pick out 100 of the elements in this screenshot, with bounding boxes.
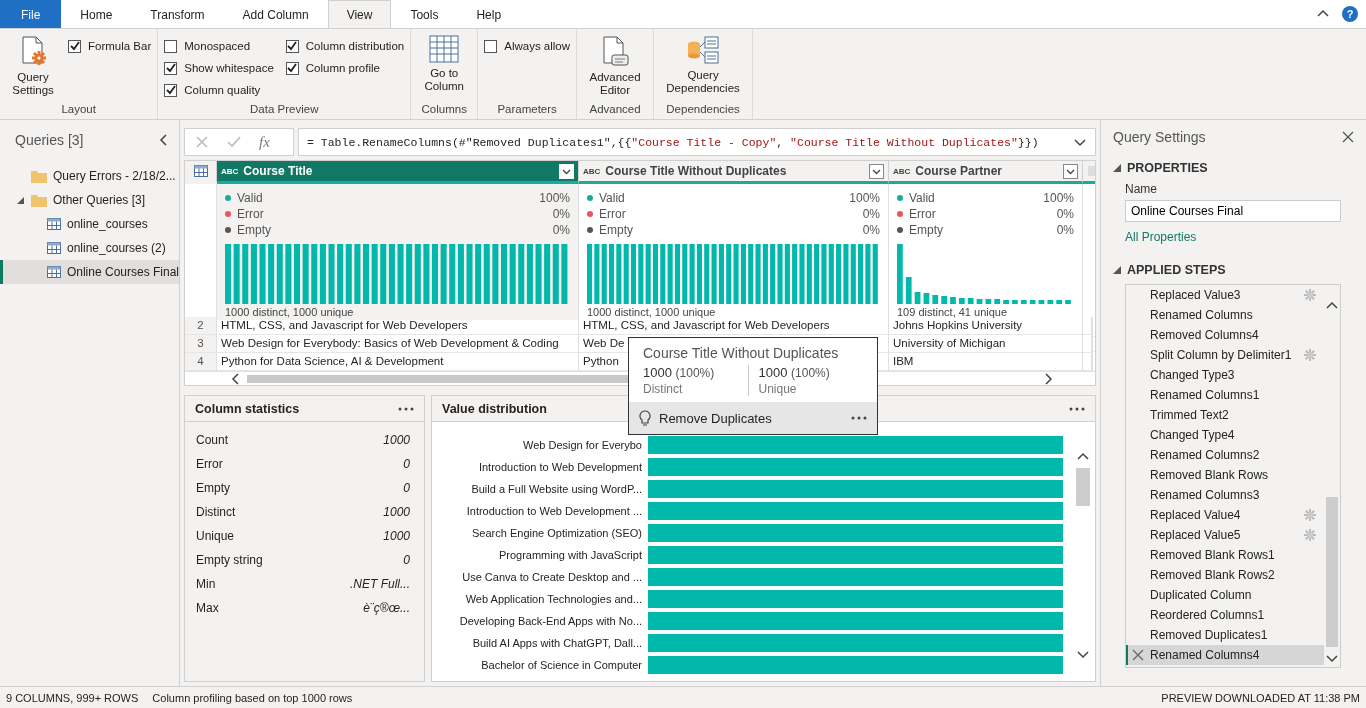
checkbox-label[interactable]: Always allow bbox=[504, 40, 571, 52]
checkbox-label[interactable]: Monospaced bbox=[184, 40, 251, 52]
query-item[interactable]: Online Courses Final bbox=[0, 260, 179, 284]
ribbon-tab[interactable]: View bbox=[327, 0, 392, 28]
value-label: Programming with JavaScript bbox=[497, 549, 642, 561]
dropdown-icon[interactable] bbox=[1063, 163, 1078, 179]
applied-step[interactable]: Renamed Columns2 bbox=[1126, 445, 1324, 465]
panel-title: Query Settings bbox=[1113, 129, 1206, 145]
more-options-icon[interactable] bbox=[1069, 406, 1085, 411]
folder-icon bbox=[31, 169, 47, 183]
expanded-triangle-icon[interactable] bbox=[1113, 164, 1121, 172]
applied-step[interactable]: Replaced Value4 bbox=[1126, 505, 1324, 525]
checkbox[interactable] bbox=[164, 39, 178, 53]
data-type-label: ABC bbox=[221, 166, 239, 176]
remove-duplicates-button[interactable]: Remove Duplicates bbox=[629, 402, 877, 434]
applied-step[interactable]: Split Column by Delimiter1 bbox=[1126, 345, 1324, 365]
expanded-triangle-icon[interactable] bbox=[1113, 266, 1121, 274]
more-options-icon[interactable] bbox=[398, 406, 414, 411]
checkbox-label[interactable]: Formula Bar bbox=[88, 40, 152, 52]
applied-step[interactable]: Removed Blank Rows1 bbox=[1126, 545, 1324, 565]
formula-field[interactable]: = Table.RenameColumns(#"Removed Duplicates1",{{"Course Title - Copy", "Course Title Without Duplicates"}}) bbox=[298, 128, 1096, 156]
name-field[interactable]: Online Courses Final bbox=[1125, 200, 1341, 222]
ribbon-button[interactable]: Query Dependencies bbox=[660, 33, 747, 103]
group-label: Data Preview bbox=[249, 103, 320, 117]
more-options-icon[interactable] bbox=[851, 416, 867, 420]
quality-value: 100% bbox=[1043, 191, 1074, 205]
applied-step[interactable]: Renamed Columns bbox=[1126, 305, 1324, 325]
checkbox[interactable] bbox=[164, 83, 178, 97]
query-item[interactable]: Other Queries [3] bbox=[0, 188, 179, 212]
quality-value: 0% bbox=[862, 207, 880, 221]
expanded-triangle-icon[interactable] bbox=[17, 196, 24, 204]
applied-step[interactable]: Removed Columns4 bbox=[1126, 325, 1324, 345]
applied-step[interactable]: Reordered Columns1 bbox=[1126, 605, 1324, 625]
checkbox[interactable] bbox=[484, 39, 498, 53]
column-header[interactable]: ABC Course Title Without Duplicates bbox=[579, 161, 889, 184]
table-cell: Python for Data Science, AI & Development bbox=[221, 355, 444, 367]
checkbox-label[interactable]: Column quality bbox=[184, 84, 261, 96]
all-properties-link[interactable]: All Properties bbox=[1113, 230, 1354, 244]
statistic-label: Count bbox=[196, 433, 229, 447]
dropdown-icon[interactable] bbox=[869, 163, 884, 179]
value-label: Web Application Technologies and... bbox=[464, 593, 642, 605]
value-label: Developing Back-End Apps with No... bbox=[458, 615, 642, 627]
close-icon[interactable] bbox=[1342, 131, 1354, 143]
applied-step[interactable]: Replaced Value3 bbox=[1126, 285, 1324, 305]
distribution-summary: 1000 distinct, 1000 unique bbox=[587, 306, 717, 318]
group-label: Advanced bbox=[588, 103, 642, 117]
table-cell: Web De bbox=[583, 337, 625, 349]
panel-title: Column statistics bbox=[195, 401, 300, 416]
applied-step[interactable]: Replaced Value5 bbox=[1126, 525, 1324, 545]
checkbox[interactable] bbox=[164, 61, 178, 75]
query-item[interactable]: online_courses bbox=[0, 212, 179, 236]
applied-step[interactable]: Renamed Columns1 bbox=[1126, 385, 1324, 405]
scrollbar-thumb[interactable] bbox=[1326, 497, 1338, 647]
query-item[interactable]: Query Errors - 2/18/2... bbox=[0, 164, 179, 188]
applied-step[interactable]: Duplicated Column bbox=[1126, 585, 1324, 605]
checkbox[interactable] bbox=[285, 61, 299, 75]
ribbon-button[interactable]: Query Settings bbox=[6, 33, 60, 103]
folder-icon bbox=[31, 193, 47, 207]
checkbox-label[interactable]: Column distribution bbox=[305, 40, 405, 52]
ribbon-button[interactable]: Advanced Editor bbox=[583, 33, 648, 103]
delete-icon[interactable] bbox=[1132, 649, 1144, 661]
ribbon-tab[interactable]: Add Column bbox=[223, 0, 328, 28]
quality-label: Error bbox=[909, 207, 937, 221]
checkbox-label[interactable]: Show whitespace bbox=[184, 62, 274, 74]
ribbon-tab[interactable]: File bbox=[0, 0, 62, 28]
column-header[interactable]: ABC Course Partner bbox=[889, 161, 1083, 184]
statistic-value: 0 bbox=[403, 457, 410, 471]
checkbox-label[interactable]: Column profile bbox=[305, 62, 380, 74]
field-label: Name bbox=[1124, 182, 1158, 196]
ribbon-tab[interactable]: Home bbox=[61, 0, 132, 28]
ribbon-tab[interactable]: Tools bbox=[391, 0, 458, 28]
ribbon-button[interactable]: Go to Column bbox=[417, 33, 472, 103]
section-heading: PROPERTIES bbox=[1127, 161, 1208, 175]
insert-function-button[interactable]: fx bbox=[259, 133, 270, 151]
check-icon[interactable] bbox=[227, 135, 241, 149]
status-text: PREVIEW DOWNLOADED AT 11:38 PM bbox=[1161, 691, 1360, 704]
applied-step[interactable]: Changed Type4 bbox=[1126, 425, 1324, 445]
checkbox[interactable] bbox=[68, 39, 81, 53]
ribbon-tab[interactable]: Transform bbox=[131, 0, 224, 28]
quality-label: Error bbox=[237, 207, 265, 221]
column-header[interactable]: ABC Course Title bbox=[217, 161, 579, 184]
query-item[interactable]: online_courses (2) bbox=[0, 236, 179, 260]
applied-step[interactable]: Removed Blank Rows bbox=[1126, 465, 1324, 485]
data-type-label: ABC bbox=[583, 166, 601, 176]
scrollbar-thumb[interactable] bbox=[1076, 468, 1090, 506]
applied-step[interactable]: Removed Blank Rows2 bbox=[1126, 565, 1324, 585]
table-icon bbox=[47, 218, 61, 230]
ribbon-tab[interactable]: Help bbox=[457, 0, 521, 28]
grid-icon bbox=[429, 35, 460, 63]
value-label: Bachelor of Science in Computer bbox=[480, 659, 642, 671]
applied-step[interactable]: Removed Duplicates1 bbox=[1126, 625, 1324, 645]
applied-step[interactable]: Renamed Columns4 bbox=[1126, 645, 1324, 665]
applied-step[interactable]: Changed Type3 bbox=[1126, 365, 1324, 385]
checkbox[interactable] bbox=[285, 39, 299, 53]
help-button[interactable]: ? bbox=[1342, 6, 1358, 22]
table-cell: Johns Hopkins University bbox=[893, 319, 1023, 331]
applied-step[interactable]: Trimmed Text2 bbox=[1126, 405, 1324, 425]
applied-step[interactable]: Renamed Columns3 bbox=[1126, 485, 1324, 505]
quality-label: Empty bbox=[909, 223, 944, 237]
quality-label: Error bbox=[599, 207, 627, 221]
